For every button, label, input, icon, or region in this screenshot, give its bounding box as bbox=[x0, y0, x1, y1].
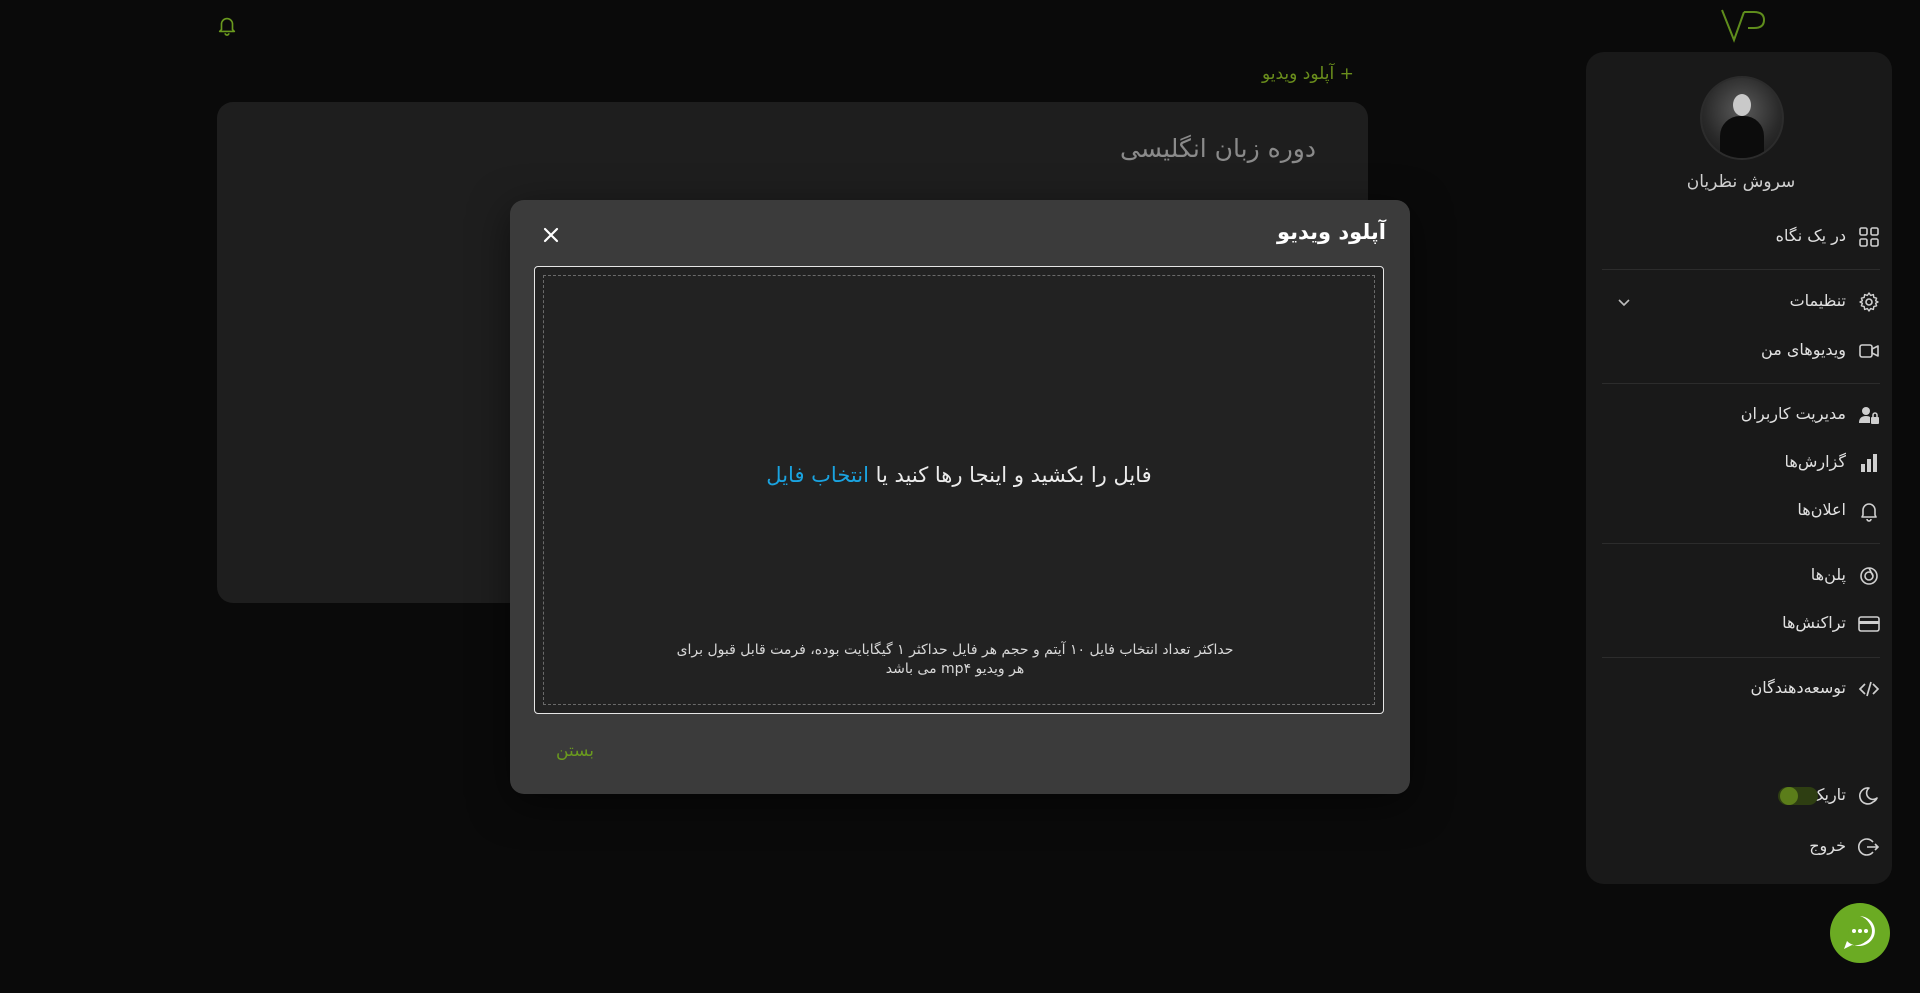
sidebar-item-label: تنظیمات bbox=[1789, 291, 1846, 310]
moon-icon bbox=[1859, 787, 1878, 805]
sidebar-item-label: در یک نگاه bbox=[1775, 226, 1846, 245]
upload-video-modal: آپلود ویدیو فایل را بکشید و اینجا رها کن… bbox=[510, 200, 1410, 794]
close-icon[interactable] bbox=[540, 224, 562, 246]
sidebar-item-transactions[interactable]: تراکنش‌ها bbox=[1602, 604, 1880, 644]
avatar bbox=[1700, 76, 1784, 160]
sidebar-item-reports[interactable]: گزارش‌ها bbox=[1602, 443, 1880, 483]
drop-instruction: فایل را بکشید و اینجا رها کنید یا bbox=[875, 463, 1152, 487]
sidebar-item-label: تراکنش‌ها bbox=[1782, 613, 1846, 632]
divider bbox=[1602, 383, 1880, 384]
sidebar-item-user-management[interactable]: مدیریت کاربران bbox=[1602, 395, 1880, 435]
logout-icon bbox=[1858, 838, 1880, 856]
sidebar-item-label: مدیریت کاربران bbox=[1740, 404, 1846, 423]
drop-text: فایل را بکشید و اینجا رها کنید یا انتخاب… bbox=[535, 463, 1383, 487]
sidebar-item-label: گزارش‌ها bbox=[1784, 452, 1846, 471]
sidebar-item-label: ویدیوهای من bbox=[1761, 340, 1846, 359]
modal-title: آپلود ویدیو bbox=[1276, 220, 1386, 244]
credit-card-icon bbox=[1858, 616, 1880, 632]
sidebar-item-developers[interactable]: توسعه‌دهندگان bbox=[1602, 669, 1880, 709]
sidebar-item-settings[interactable]: تنظیمات bbox=[1602, 282, 1880, 322]
chevron-down-icon[interactable] bbox=[1616, 294, 1632, 310]
bell-icon bbox=[1861, 503, 1877, 522]
chat-icon bbox=[1844, 916, 1875, 949]
theme-toggle-row[interactable]: تاریک bbox=[1602, 776, 1880, 816]
sidebar-item-label: پلن‌ها bbox=[1810, 565, 1846, 584]
dark-mode-toggle[interactable] bbox=[1778, 787, 1818, 805]
sidebar-item-plans[interactable]: پلن‌ها bbox=[1602, 556, 1880, 596]
pick-file-link[interactable]: انتخاب فایل bbox=[766, 463, 869, 487]
sidebar-item-label: اعلان‌ها bbox=[1797, 500, 1846, 519]
sidebar-item-label: توسعه‌دهندگان bbox=[1750, 678, 1846, 697]
close-button[interactable]: بستن bbox=[556, 741, 594, 761]
sidebar-item-dashboard[interactable]: در یک نگاه bbox=[1602, 217, 1880, 257]
course-title: دوره زبان انگلیسی bbox=[1120, 134, 1316, 163]
notification-bell-icon[interactable] bbox=[216, 13, 238, 37]
code-icon bbox=[1858, 681, 1880, 697]
file-dropzone[interactable]: فایل را بکشید و اینجا رها کنید یا انتخاب… bbox=[534, 266, 1384, 714]
divider bbox=[1602, 657, 1880, 658]
layers-icon bbox=[1860, 567, 1878, 585]
logout-button[interactable]: خروج bbox=[1602, 827, 1880, 867]
bar-chart-icon bbox=[1861, 454, 1877, 472]
user-lock-icon bbox=[1859, 407, 1879, 424]
sidebar-item-label: خروج bbox=[1809, 836, 1846, 855]
sidebar-item-notifications[interactable]: اعلان‌ها bbox=[1602, 491, 1880, 531]
user-name: سروش نظریان bbox=[1686, 172, 1796, 192]
divider bbox=[1602, 543, 1880, 544]
upload-hint: حداکثر تعداد انتخاب فایل ۱۰ آیتم و حجم ه… bbox=[676, 642, 1234, 677]
grid-icon bbox=[1859, 227, 1879, 247]
gear-icon bbox=[1859, 292, 1879, 312]
video-icon bbox=[1859, 344, 1879, 358]
upload-video-link[interactable]: + آپلود ویدیو bbox=[1262, 64, 1354, 84]
sidebar-item-my-videos[interactable]: ویدیوهای من bbox=[1602, 331, 1880, 371]
divider bbox=[1602, 269, 1880, 270]
chat-button[interactable] bbox=[1830, 903, 1890, 963]
vp-logo[interactable] bbox=[1718, 6, 1766, 46]
